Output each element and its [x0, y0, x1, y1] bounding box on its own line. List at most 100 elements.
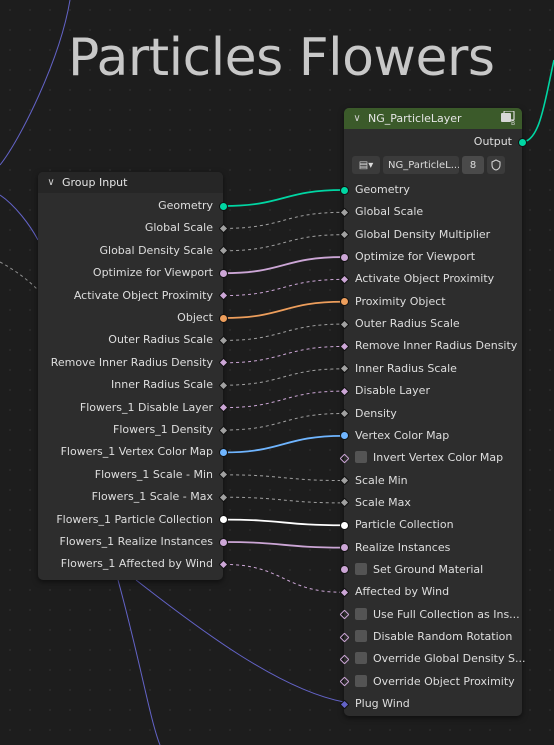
output-socket-label-flowers-1-disable-layer: Flowers_1 Disable Layer — [79, 400, 213, 414]
input-socket-label-disable-layer: Disable Layer — [355, 384, 430, 397]
datablock-name-field[interactable]: NG_ParticleL... — [383, 156, 459, 174]
input-socket-particle-collection[interactable] — [339, 520, 349, 530]
output-socket-label-global-scale: Global Scale — [144, 221, 213, 235]
link-12 — [223, 474, 344, 482]
fake-user-shield-icon[interactable] — [487, 156, 505, 174]
output-socket-label-flowers-1-density: Flowers_1 Density — [113, 423, 213, 436]
input-socket-optimize-for-viewport[interactable] — [339, 252, 349, 262]
input-socket-set-ground-material[interactable] — [339, 565, 349, 575]
input-socket-label-disable-random-rotation[interactable]: Disable Random Rotation — [355, 630, 512, 643]
output-socket-flowers-1-realize-instances[interactable] — [218, 537, 228, 547]
frame-label: Particles Flowers — [68, 28, 495, 88]
link-15 — [223, 541, 344, 549]
checkbox[interactable] — [355, 451, 367, 464]
output-socket-object[interactable] — [218, 313, 228, 323]
link-16 — [223, 563, 344, 593]
node-group-icon: B — [501, 111, 515, 125]
socket-label: Realize Instances — [355, 540, 451, 554]
link-8 — [223, 368, 344, 386]
offscreen-link-4 — [117, 579, 161, 745]
input-socket-label-override-global-density-s[interactable]: Override Global Density S... — [355, 652, 525, 665]
input-socket-vertex-color-map[interactable] — [339, 431, 349, 441]
checkbox[interactable] — [355, 562, 367, 575]
input-socket-label-geometry: Geometry — [355, 183, 410, 196]
output-socket-geometry[interactable] — [517, 137, 527, 147]
input-socket-label-optimize-for-viewport: Optimize for Viewport — [355, 250, 475, 263]
input-socket-label-particle-collection: Particle Collection — [355, 518, 454, 531]
checkbox[interactable] — [355, 630, 367, 642]
output-label: Output — [473, 135, 512, 148]
output-socket-geometry[interactable] — [218, 201, 228, 211]
input-socket-label-invert-vertex-color-map[interactable]: Invert Vertex Color Map — [355, 451, 503, 464]
output-socket-label-optimize-for-viewport: Optimize for Viewport — [92, 266, 213, 280]
group-input-node[interactable]: ∨ Group Input Geometry Global Scale Global… — [38, 172, 228, 580]
socket-label: Disable Layer — [355, 384, 430, 398]
input-socket-label-set-ground-material[interactable]: Set Ground Material — [355, 562, 484, 576]
collapse-chevron-icon[interactable]: ∨ — [44, 177, 58, 188]
input-socket-label-affected-by-wind: Affected by Wind — [355, 585, 449, 598]
link-9 — [223, 390, 344, 409]
socket-label: Disable Random Rotation — [373, 630, 513, 643]
input-socket-label-override-object-proximity[interactable]: Override Object Proximity — [355, 674, 515, 688]
link-4 — [223, 278, 344, 297]
checkbox[interactable] — [355, 674, 367, 687]
output-socket-label-flowers-1-affected-by-wind: Flowers_1 Affected by Wind — [60, 557, 213, 571]
checkbox[interactable] — [355, 607, 367, 620]
datablock-browse-button[interactable]: ▤▾ — [352, 156, 380, 174]
socket-label: Scale Max — [355, 495, 411, 509]
socket-label: Plug Wind — [355, 697, 410, 711]
socket-label: Particle Collection — [355, 518, 454, 532]
output-socket-label-flowers-1-scale-max: Flowers_1 Scale - Max — [91, 490, 213, 504]
socket-label: Density — [355, 406, 397, 420]
input-socket-label-inner-radius-scale: Inner Radius Scale — [355, 362, 457, 375]
input-socket-realize-instances[interactable] — [339, 543, 349, 553]
socket-label: Remove Inner Radius Density — [355, 339, 518, 353]
ng-particlelayer-header[interactable]: ∨ NG_ParticleLayer B — [344, 108, 522, 129]
node-group-selector[interactable]: ▤▾ NG_ParticleL... 8 — [352, 156, 505, 174]
socket-label: Proximity Object — [355, 294, 446, 308]
output-socket-label-remove-inner-radius-density: Remove Inner Radius Density — [50, 355, 213, 369]
input-socket-label-plug-wind: Plug Wind — [355, 697, 410, 710]
input-socket-label-outer-radius-scale: Outer Radius Scale — [355, 317, 460, 330]
socket-label: Global Density Multiplier — [355, 227, 491, 241]
output-link — [521, 59, 554, 143]
input-socket-geometry[interactable] — [339, 185, 349, 195]
output-socket-flowers-1-vertex-color-map[interactable] — [218, 447, 228, 457]
input-socket-proximity-object[interactable] — [339, 297, 349, 307]
offscreen-link-5 — [135, 579, 345, 703]
input-socket-label-scale-max: Scale Max — [355, 496, 411, 509]
collapse-chevron-icon[interactable]: ∨ — [350, 113, 364, 124]
output-socket-label-flowers-1-vertex-color-map: Flowers_1 Vertex Color Map — [60, 445, 213, 459]
input-socket-label-proximity-object: Proximity Object — [355, 295, 446, 308]
output-socket-label-flowers-1-scale-min: Flowers_1 Scale - Min — [94, 467, 213, 481]
output-socket-label-outer-radius-scale: Outer Radius Scale — [108, 333, 213, 347]
offscreen-link-1 — [0, 0, 71, 166]
output-socket-label-object: Object — [177, 311, 213, 324]
link-6 — [223, 323, 344, 341]
group-input-header[interactable]: ∨ Group Input — [38, 172, 223, 193]
link-2 — [223, 234, 344, 252]
user-count-badge[interactable]: 8 — [462, 156, 484, 174]
link-5 — [223, 300, 344, 319]
offscreen-link-3 — [0, 261, 39, 291]
input-socket-label-global-scale: Global Scale — [355, 205, 423, 218]
checkbox[interactable] — [355, 652, 367, 665]
socket-label: Use Full Collection as Ins... — [373, 607, 520, 621]
input-socket-label-activate-object-proximity: Activate Object Proximity — [355, 272, 494, 285]
socket-label: Override Object Proximity — [373, 674, 515, 688]
output-socket-flowers-1-particle-collection[interactable] — [218, 515, 228, 525]
socket-label: Override Global Density S... — [373, 652, 526, 666]
socket-label: Outer Radius Scale — [355, 317, 460, 331]
socket-label: Set Ground Material — [373, 562, 484, 576]
socket-label: Vertex Color Map — [355, 428, 450, 442]
link-14 — [223, 518, 344, 527]
socket-label: Global Scale — [355, 205, 424, 219]
output-socket-optimize-for-viewport[interactable] — [218, 268, 228, 278]
input-socket-label-scale-min: Scale Min — [355, 474, 408, 487]
output-socket-label-flowers-1-realize-instances: Flowers_1 Realize Instances — [59, 535, 213, 548]
ng-particlelayer-node[interactable]: ∨ NG_ParticleLayer B Output ▤▾ NG_Partic… — [339, 108, 527, 716]
output-socket-label-inner-radius-scale: Inner Radius Scale — [111, 378, 213, 392]
socket-label: Inner Radius Scale — [355, 361, 457, 375]
input-socket-label-use-full-collection-as-ins[interactable]: Use Full Collection as Ins... — [355, 607, 520, 621]
node-title: Group Input — [62, 176, 128, 189]
